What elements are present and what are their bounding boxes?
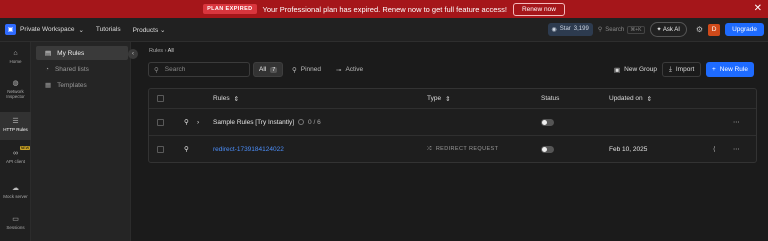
search-icon: ⚲	[154, 66, 159, 74]
column-rules[interactable]: Rules ⇕	[213, 89, 239, 108]
folder-icon: ▤	[45, 50, 52, 57]
subnav-templates[interactable]: ▦ Templates	[36, 78, 128, 92]
collapse-sidebar-icon[interactable]: ‹	[128, 49, 138, 59]
table-header: Rules ⇕ Type ⇕ Status Updated on ⇕	[149, 89, 756, 109]
rules-main: Rules › All ⚲ Search All 7 ⚲ Pinned ⊸ Acti…	[140, 42, 768, 241]
progress-ring-icon	[298, 119, 305, 125]
download-icon: ⤓	[669, 65, 672, 73]
nav-products[interactable]: Products ⌄	[133, 26, 166, 34]
workspace-icon: ▣	[5, 24, 16, 35]
table-row[interactable]: ⚲ redirect-1739184124022 ⤮ REDIRECT REQU…	[149, 136, 756, 162]
global-search[interactable]: ⚲ Search ⌘+K	[597, 25, 645, 34]
sidebar-item-home[interactable]: ⌂ Home	[0, 46, 31, 72]
redirect-icon: ⤮	[427, 145, 432, 152]
sidebar-item-api-client[interactable]: NEW ∞ API client	[0, 146, 31, 174]
plan-expired-banner: PLAN EXPIRED Your Professional plan has …	[0, 0, 768, 18]
top-bar: ▣ Private Workspace ⌄ Tutorials Products…	[0, 18, 768, 42]
more-options-icon[interactable]: ⋯	[733, 109, 740, 135]
renew-now-button[interactable]: Renew now	[512, 2, 565, 16]
template-icon: ▦	[45, 82, 52, 89]
column-status: Status	[541, 95, 560, 102]
nav-tutorials[interactable]: Tutorials	[96, 26, 121, 33]
search-icon: ⚲	[597, 27, 603, 33]
sort-icon: ⇕	[646, 95, 653, 103]
avatar[interactable]: D	[708, 23, 721, 36]
sort-icon: ⇕	[233, 95, 240, 103]
sparkle-icon: ✦	[656, 27, 662, 33]
pin-icon[interactable]: ⚲	[184, 136, 189, 162]
home-icon: ⌂	[13, 50, 18, 57]
primary-sidebar: ⌂ Home ◍ Network Inspector ☰ HTTP Rules NEW…	[0, 42, 31, 241]
chevron-down-icon: ⌄	[160, 26, 166, 34]
search-shortcut: ⌘+K	[627, 25, 645, 34]
updated-date: Feb 10, 2025	[609, 145, 648, 153]
globe-icon: ◍	[12, 80, 19, 87]
subnav-shared-lists[interactable]: ◔ Shared lists	[36, 62, 128, 76]
toggle-icon: ⊸	[336, 66, 342, 74]
rules-search-input[interactable]: ⚲ Search	[148, 62, 250, 77]
column-type[interactable]: Type ⇕	[427, 89, 451, 108]
pin-icon[interactable]: ⚲	[184, 109, 189, 135]
row-checkbox[interactable]	[157, 118, 164, 126]
upgrade-button[interactable]: Upgrade	[725, 23, 764, 36]
status-toggle[interactable]	[541, 145, 554, 153]
cloud-icon: ☁	[12, 185, 19, 192]
new-rule-button[interactable]: + New Rule	[706, 62, 754, 77]
sidebar-item-http-rules[interactable]: ☰ HTTP Rules	[0, 112, 31, 140]
filter-pinned[interactable]: ⚲ Pinned	[292, 62, 321, 77]
folder-plus-icon: ▣	[614, 66, 621, 74]
rule-type: REDIRECT REQUEST	[435, 146, 499, 152]
share-icon[interactable]: ⟨	[713, 136, 716, 162]
sort-icon: ⇕	[445, 95, 451, 103]
breadcrumb: Rules › All	[149, 48, 174, 54]
select-all-checkbox[interactable]	[157, 95, 164, 102]
rules-table: Rules ⇕ Type ⇕ Status Updated on ⇕ ⚲ › Samp…	[148, 88, 757, 163]
filter-active[interactable]: ⊸ Active	[336, 62, 363, 77]
plus-icon: +	[712, 66, 716, 73]
pin-icon: ⚲	[292, 66, 297, 74]
subnav-my-rules[interactable]: ▤ My Rules	[36, 46, 128, 60]
sliders-icon: ☰	[12, 118, 19, 125]
more-options-icon[interactable]: ⋯	[733, 136, 740, 162]
link-icon: ∞	[13, 150, 18, 157]
row-checkbox[interactable]	[157, 145, 164, 153]
sidebar-item-network-inspector[interactable]: ◍ Network Inspector	[0, 76, 31, 108]
chevron-right-icon[interactable]: ›	[197, 109, 199, 135]
workspace-selector[interactable]: ▣ Private Workspace ⌄	[5, 24, 84, 35]
gear-icon[interactable]: ⚙	[696, 25, 703, 34]
table-row[interactable]: ⚲ › Sample Rules [Try Instantly] 0 / 6 ⋯	[149, 109, 756, 136]
rule-group-count: 0 / 6	[308, 118, 321, 126]
plan-expired-badge: PLAN EXPIRED	[203, 4, 257, 14]
rule-count-badge: 7	[270, 66, 278, 73]
video-icon: ▭	[12, 216, 19, 223]
chevron-down-icon: ⌄	[78, 26, 84, 34]
workspace-name: Private Workspace	[20, 26, 75, 33]
rule-group-name[interactable]: Sample Rules [Try Instantly]	[213, 119, 294, 126]
sidebar-item-mock-server[interactable]: ☁ Mock server	[0, 180, 31, 208]
filter-all[interactable]: All 7	[253, 62, 284, 77]
import-button[interactable]: ⤓ Import	[662, 62, 702, 77]
column-updated[interactable]: Updated on ⇕	[609, 89, 652, 108]
banner-message: Your Professional plan has expired. Rene…	[262, 4, 507, 14]
close-icon[interactable]: ✕	[754, 3, 762, 14]
share-icon: ◔	[45, 65, 49, 73]
github-star-button[interactable]: ◉ Star 3,199	[547, 23, 593, 36]
status-toggle[interactable]	[541, 118, 554, 126]
new-group-button[interactable]: ▣ New Group	[608, 62, 663, 77]
rule-name-link[interactable]: redirect-1739184124022	[213, 146, 284, 153]
github-icon: ◉	[551, 27, 557, 33]
sidebar-item-sessions[interactable]: ▭ Sessions	[0, 212, 31, 238]
new-badge: NEW	[19, 146, 30, 150]
ask-ai-button[interactable]: ✦ Ask AI	[649, 22, 687, 37]
rules-subnav: ▤ My Rules ◔ Shared lists ▦ Templates	[31, 42, 131, 241]
